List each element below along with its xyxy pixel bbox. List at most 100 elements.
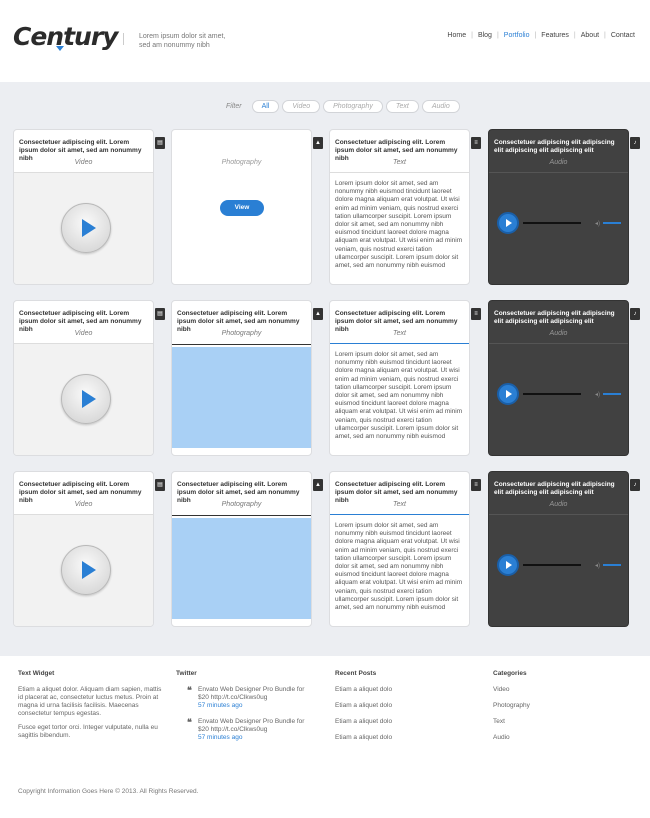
audio-play-button[interactable] xyxy=(497,383,519,405)
volume-slider[interactable] xyxy=(603,393,621,395)
category-link-photography[interactable]: Photography xyxy=(493,702,623,709)
category-link-audio[interactable]: Audio xyxy=(493,734,623,741)
audio-card[interactable]: Consectetuer adipiscing elit adipiscing … xyxy=(488,129,629,285)
nav-home[interactable]: Home xyxy=(442,32,471,39)
card-title[interactable]: Consectetuer adipiscing elit adipiscing … xyxy=(494,310,622,326)
card-divider xyxy=(489,514,628,515)
document-icon: ≡ xyxy=(471,308,481,320)
photo-card[interactable]: Photography View xyxy=(171,129,312,285)
film-icon: ▤ xyxy=(155,137,165,149)
site-header: Century Lorem ipsum dolor sit amet, sed … xyxy=(0,0,650,82)
nav-contact[interactable]: Contact xyxy=(606,32,640,39)
card-category-label: Audio xyxy=(549,501,568,508)
text-card[interactable]: Consectetuer adipiscing elit. Lorem ipsu… xyxy=(329,471,470,627)
card-title[interactable]: Consectetuer adipiscing elit adipiscing … xyxy=(494,481,622,497)
play-icon xyxy=(506,219,512,227)
card-category-label: Text xyxy=(393,330,406,337)
text-card[interactable]: Consectetuer adipiscing elit. Lorem ipsu… xyxy=(329,129,470,285)
card-title[interactable]: Consectetuer adipiscing elit adipiscing … xyxy=(494,139,622,155)
card-divider xyxy=(172,515,311,516)
card-category-label: Video xyxy=(74,330,93,337)
text-widget-heading: Text Widget xyxy=(18,670,55,677)
image-icon: ▲ xyxy=(313,308,323,320)
tweet-text[interactable]: Envato Web Designer Pro Bundle for $20 h… xyxy=(198,718,306,734)
audio-player[interactable]: ◂) xyxy=(497,212,623,234)
image-icon: ▲ xyxy=(313,479,323,491)
play-icon xyxy=(506,561,512,569)
photo-image[interactable] xyxy=(172,347,311,448)
video-card[interactable]: Consectetuer adipiscing elit. Lorem ipsu… xyxy=(13,129,154,285)
portfolio-filter: Filter All Video Photography Text Audio xyxy=(226,100,463,113)
recent-post-link[interactable]: Etiam a aliquet dolo xyxy=(335,702,465,709)
quote-icon: ❝ xyxy=(187,685,192,695)
audio-play-button[interactable] xyxy=(497,554,519,576)
audio-player[interactable]: ◂) xyxy=(497,554,623,576)
filter-audio[interactable]: Audio xyxy=(421,100,460,113)
recent-post-link[interactable]: Etiam a aliquet dolo xyxy=(335,686,465,693)
view-button[interactable]: View xyxy=(220,200,264,216)
photo-card[interactable]: Consectetuer adipiscing elit. Lorem ipsu… xyxy=(171,471,312,627)
filter-photography[interactable]: Photography xyxy=(323,100,383,113)
card-divider xyxy=(330,343,469,344)
play-button[interactable] xyxy=(61,545,111,595)
card-category-label: Video xyxy=(74,501,93,508)
category-link-text[interactable]: Text xyxy=(493,718,623,725)
filter-all[interactable]: All xyxy=(251,100,280,113)
card-category-label: Audio xyxy=(549,330,568,337)
card-divider xyxy=(172,344,311,345)
recent-post-link[interactable]: Etiam a aliquet dolo xyxy=(335,718,465,725)
audio-progress-bar[interactable] xyxy=(523,564,581,566)
play-button[interactable] xyxy=(61,374,111,424)
play-button[interactable] xyxy=(61,203,111,253)
card-divider xyxy=(330,172,469,173)
quote-icon: ❝ xyxy=(187,717,192,727)
photo-card[interactable]: Consectetuer adipiscing elit. Lorem ipsu… xyxy=(171,300,312,456)
text-widget-paragraph: Etiam a aliquet dolor. Aliquam diam sapi… xyxy=(18,686,162,717)
category-link-video[interactable]: Video xyxy=(493,686,623,693)
nav-features[interactable]: Features xyxy=(536,32,574,39)
audio-progress-bar[interactable] xyxy=(523,222,581,224)
text-widget: Text Widget Etiam a aliquet dolor. Aliqu… xyxy=(18,670,168,746)
card-category-label: Text xyxy=(393,501,406,508)
twitter-widget: Twitter ❝ Envato Web Designer Pro Bundle… xyxy=(176,670,306,750)
text-card[interactable]: Consectetuer adipiscing elit. Lorem ipsu… xyxy=(329,300,470,456)
card-category-label: Text xyxy=(393,159,406,166)
card-body-text: Lorem ipsum dolor sit amet, sed am nonum… xyxy=(335,522,463,612)
recent-posts-heading: Recent Posts xyxy=(335,670,377,677)
recent-post-link[interactable]: Etiam a aliquet dolo xyxy=(335,734,465,741)
tweet-text[interactable]: Envato Web Designer Pro Bundle for $20 h… xyxy=(198,686,306,702)
nav-blog[interactable]: Blog xyxy=(473,32,497,39)
video-card[interactable]: Consectetuer adipiscing elit. Lorem ipsu… xyxy=(13,300,154,456)
music-icon: ♪ xyxy=(630,308,640,320)
audio-card[interactable]: Consectetuer adipiscing elit adipiscing … xyxy=(488,300,629,456)
filter-text[interactable]: Text xyxy=(385,100,419,113)
audio-progress-bar[interactable] xyxy=(523,393,581,395)
audio-play-button[interactable] xyxy=(497,212,519,234)
card-category-label: Photography xyxy=(221,330,262,337)
volume-icon[interactable]: ◂) xyxy=(595,391,600,398)
photo-image[interactable] xyxy=(172,518,311,619)
card-divider xyxy=(489,172,628,173)
divider xyxy=(123,33,124,45)
nav-portfolio[interactable]: Portfolio xyxy=(499,32,535,39)
copyright: Copyright Information Goes Here © 2013. … xyxy=(18,788,199,795)
music-icon: ♪ xyxy=(630,137,640,149)
volume-icon[interactable]: ◂) xyxy=(595,562,600,569)
volume-icon[interactable]: ◂) xyxy=(595,220,600,227)
volume-slider[interactable] xyxy=(603,564,621,566)
film-icon: ▤ xyxy=(155,479,165,491)
play-icon xyxy=(82,390,96,408)
audio-card[interactable]: Consectetuer adipiscing elit adipiscing … xyxy=(488,471,629,627)
volume-slider[interactable] xyxy=(603,222,621,224)
document-icon: ≡ xyxy=(471,137,481,149)
audio-player[interactable]: ◂) xyxy=(497,383,623,405)
twitter-heading: Twitter xyxy=(176,670,197,677)
document-icon: ≡ xyxy=(471,479,481,491)
logo[interactable]: Century xyxy=(13,22,118,51)
tweet-time[interactable]: 57 minutes ago xyxy=(198,734,306,742)
video-card[interactable]: Consectetuer adipiscing elit. Lorem ipsu… xyxy=(13,471,154,627)
tweet-time[interactable]: 57 minutes ago xyxy=(198,702,306,710)
nav-about[interactable]: About xyxy=(576,32,604,39)
filter-video[interactable]: Video xyxy=(282,100,321,113)
card-category-label: Video xyxy=(74,159,93,166)
